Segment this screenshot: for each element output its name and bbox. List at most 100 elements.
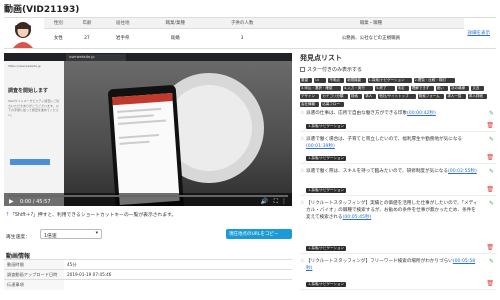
tag-filter-chip[interactable]: 検索フォーム xyxy=(417,94,445,99)
finding-category-badge: 1.探索/ナビゲーション xyxy=(306,156,346,161)
trash-icon[interactable]: 🗑 xyxy=(486,280,494,287)
tag-filter-chip[interactable]: 1.探索/ナビゲーション xyxy=(367,78,412,83)
edit-icon[interactable]: ✎ xyxy=(489,258,494,265)
chevron-down-icon: ▾ xyxy=(95,231,98,236)
finding-timestamp-link[interactable]: (00:00:42秒) xyxy=(407,111,436,116)
video-controls: ▶ 0:00 / 45:57 🔊 ⛶ ⋮ xyxy=(4,193,292,206)
list-item: ☆ 派遣の仕事は、応所で自由な働き方ができる印象(00:00:42秒) 1.探索/ナ… xyxy=(300,108,496,132)
trash-icon[interactable]: 🗑 xyxy=(486,186,494,193)
volume-icon[interactable]: 🔊 xyxy=(261,198,268,205)
star-icon[interactable]: ☆ xyxy=(300,258,304,264)
finding-text-body: 派遣で働く際は、スキルを持って臨みたいので、研修制度が気になる xyxy=(306,169,448,174)
video-site-heading: 調査を開始します xyxy=(8,88,49,94)
finding-category-badge: 1.探索/ナビゲーション xyxy=(306,246,346,251)
star-icon[interactable]: ☆ xyxy=(300,136,304,142)
findings-list: ☆ 派遣の仕事は、応所で自由な働き方ができる印象(00:00:42秒) 1.探索/ナ… xyxy=(300,108,496,298)
tag-filter-chip[interactable]: 理解できず xyxy=(410,86,434,91)
edit-icon[interactable]: ✎ xyxy=(489,168,494,175)
shortcut-hint: ? 「Shift＋?」押すと、利用できるショートカットキーの一覧が表示されます。 xyxy=(6,211,176,218)
screen-line xyxy=(118,119,167,125)
tag-filter-chip[interactable]: 応募フロー xyxy=(321,102,345,107)
star-icon[interactable]: ☆ xyxy=(300,168,304,174)
smartphone-header-bar xyxy=(112,93,173,106)
more-options-icon[interactable]: ⋮ xyxy=(281,198,287,205)
profile-header: 職業・職種 xyxy=(277,18,464,29)
tag-filter-chip[interactable]: UI xyxy=(314,78,327,83)
star-icon[interactable]: ☆ xyxy=(300,110,304,116)
tag-filter-chip[interactable]: 文言 xyxy=(471,86,484,91)
finding-text: 【リクルートスタッフィング】フリーワード検索の場所がわかりづらい(00:05:5… xyxy=(306,258,480,272)
tag-filter-chip[interactable]: 不明点 xyxy=(328,78,345,83)
list-item: ☆ 派遣で働く場合は、子育てと両立したいので、福利厚生や勤務地が気になる (00:0… xyxy=(300,134,496,164)
list-item: ☆ 派遣で働く際は、スキルを持って臨みたいので、研修制度が気になる(00:02:5… xyxy=(300,166,496,196)
profile-value: 既婚 xyxy=(170,36,180,42)
video-player[interactable]: userwebsite.jp https://userwebsite.jp 調査… xyxy=(4,53,292,206)
copy-url-button[interactable]: 現在地点のURLをコピー xyxy=(226,229,292,239)
tag-filter-chip[interactable]: 検索 xyxy=(350,94,363,99)
finding-text-body: 【リクルートスタッフィング】実績との価値を活用した仕事がしたいので、「メディカル… xyxy=(306,201,478,220)
video-site-body: Webサイトユーザビリティ調査にご協力いただきありがとうございます。以下の手順に… xyxy=(8,99,60,117)
show-detail-link[interactable]: 詳細を表示 xyxy=(468,30,491,36)
tag-filter-chip[interactable]: 求人一覧 xyxy=(446,94,466,99)
info-key: 調査動画アップロード日時 xyxy=(4,269,64,280)
finding-category-badge: 1.探索/ナビゲーション xyxy=(306,124,346,129)
tag-filter-chip[interactable]: 求人詳細 xyxy=(467,94,488,99)
video-time: 0:00 / 45:57 xyxy=(20,199,51,205)
finding-category-badge: 1.探索/ナビゲーション xyxy=(306,188,346,193)
tag-filter-chip[interactable]: カテゴリ分類 xyxy=(321,94,348,99)
screen-line xyxy=(119,140,150,145)
info-value xyxy=(64,279,292,290)
table-row: 調査動画アップロード日時 2019-01-19 07:45:46 xyxy=(4,269,292,280)
tag-filter-chip[interactable]: デザイン xyxy=(300,94,320,99)
video-browser-tabbar: userwebsite.jp xyxy=(4,53,292,61)
profile-value: 岩手県 xyxy=(115,36,130,42)
trash-icon[interactable]: 🗑 xyxy=(486,154,494,161)
table-row: 動画時間 45分 xyxy=(4,259,292,270)
tag-filter-chip[interactable]: 要望 xyxy=(300,78,313,83)
fullscreen-icon[interactable]: ⛶ xyxy=(274,198,278,206)
info-value: 45分 xyxy=(64,259,292,270)
profile-header: 年齢 xyxy=(72,18,102,29)
profile-header: 職業/業種 xyxy=(144,18,207,29)
star-filter-label: スター付きのみ表示する xyxy=(307,67,363,73)
tag-filter-chip[interactable]: 他社/サイトトップ xyxy=(378,94,416,99)
edit-icon[interactable]: ✎ xyxy=(489,110,494,117)
finding-timestamp-link[interactable]: (00:02:55秒) xyxy=(448,169,477,174)
playback-speed-value: 1倍速 xyxy=(44,234,57,239)
tag-filter-chip[interactable]: 迷い xyxy=(435,86,448,91)
trash-icon[interactable]: 🗑 xyxy=(486,244,494,251)
finding-text-body: 派遣の仕事は、応所で自由な働き方ができる印象 xyxy=(306,111,407,116)
tag-filter-chip[interactable]: 3.申込・選択・確認 xyxy=(300,86,341,91)
tag-filter-chip[interactable]: 新規機能 xyxy=(346,78,366,83)
video-info-table: 動画時間 45分 調査動画アップロード日時 2019-01-19 07:45:4… xyxy=(4,259,292,290)
play-icon[interactable]: ▶ xyxy=(9,198,14,205)
playback-speed-select[interactable]: 1倍速 ▾ xyxy=(40,229,102,239)
tag-filter-chip[interactable]: 求人 xyxy=(364,94,377,99)
video-browser-tab: userwebsite.jp xyxy=(66,54,126,61)
finding-timestamp-link[interactable]: (00:01:39秒) xyxy=(306,144,335,149)
table-row: 伝達事項 xyxy=(4,279,292,290)
video-site-button xyxy=(10,159,50,165)
edit-icon[interactable]: ✎ xyxy=(489,200,494,207)
tag-filter-chip[interactable]: 未定 xyxy=(396,86,409,91)
trash-icon[interactable]: 🗑 xyxy=(486,122,494,129)
profile-value: 3 xyxy=(240,35,244,41)
tag-filter-chip[interactable]: 2.閲覧・比較・検討 xyxy=(413,78,455,83)
star-filter-checkbox[interactable]: スター付きのみ表示する xyxy=(300,66,362,73)
finding-text: 派遣で働く場合は、子育てと両立したいので、福利厚生や勤務地が気になる (00:01… xyxy=(306,136,480,150)
video-progress-bar[interactable] xyxy=(8,195,288,197)
info-key: 動画時間 xyxy=(4,259,64,270)
finding-timestamp-link[interactable]: (00:05:45秒) xyxy=(343,215,372,220)
tag-filter-chip[interactable]: 会社情報 xyxy=(300,102,320,107)
user-avatar-icon xyxy=(13,22,33,48)
tag-filter-chip[interactable]: 5.終了 xyxy=(375,86,395,91)
finding-text-body: 【リクルートスタッフィング】フリーワード検索の場所がわかりづらい xyxy=(306,259,453,264)
tag-filter-chip[interactable]: 4.入力・実行 xyxy=(343,86,374,91)
edit-icon[interactable]: ✎ xyxy=(489,136,494,143)
star-icon[interactable]: ☆ xyxy=(300,200,304,206)
screen-line xyxy=(117,107,162,113)
shortcut-hint-text: 「Shift＋?」押すと、利用できるショートカットキーの一覧が表示されます。 xyxy=(10,213,177,218)
tag-filter-chip[interactable]: 次の導線 xyxy=(450,86,470,91)
help-icon: ? xyxy=(6,213,9,218)
profile-value: 27 xyxy=(84,35,90,41)
